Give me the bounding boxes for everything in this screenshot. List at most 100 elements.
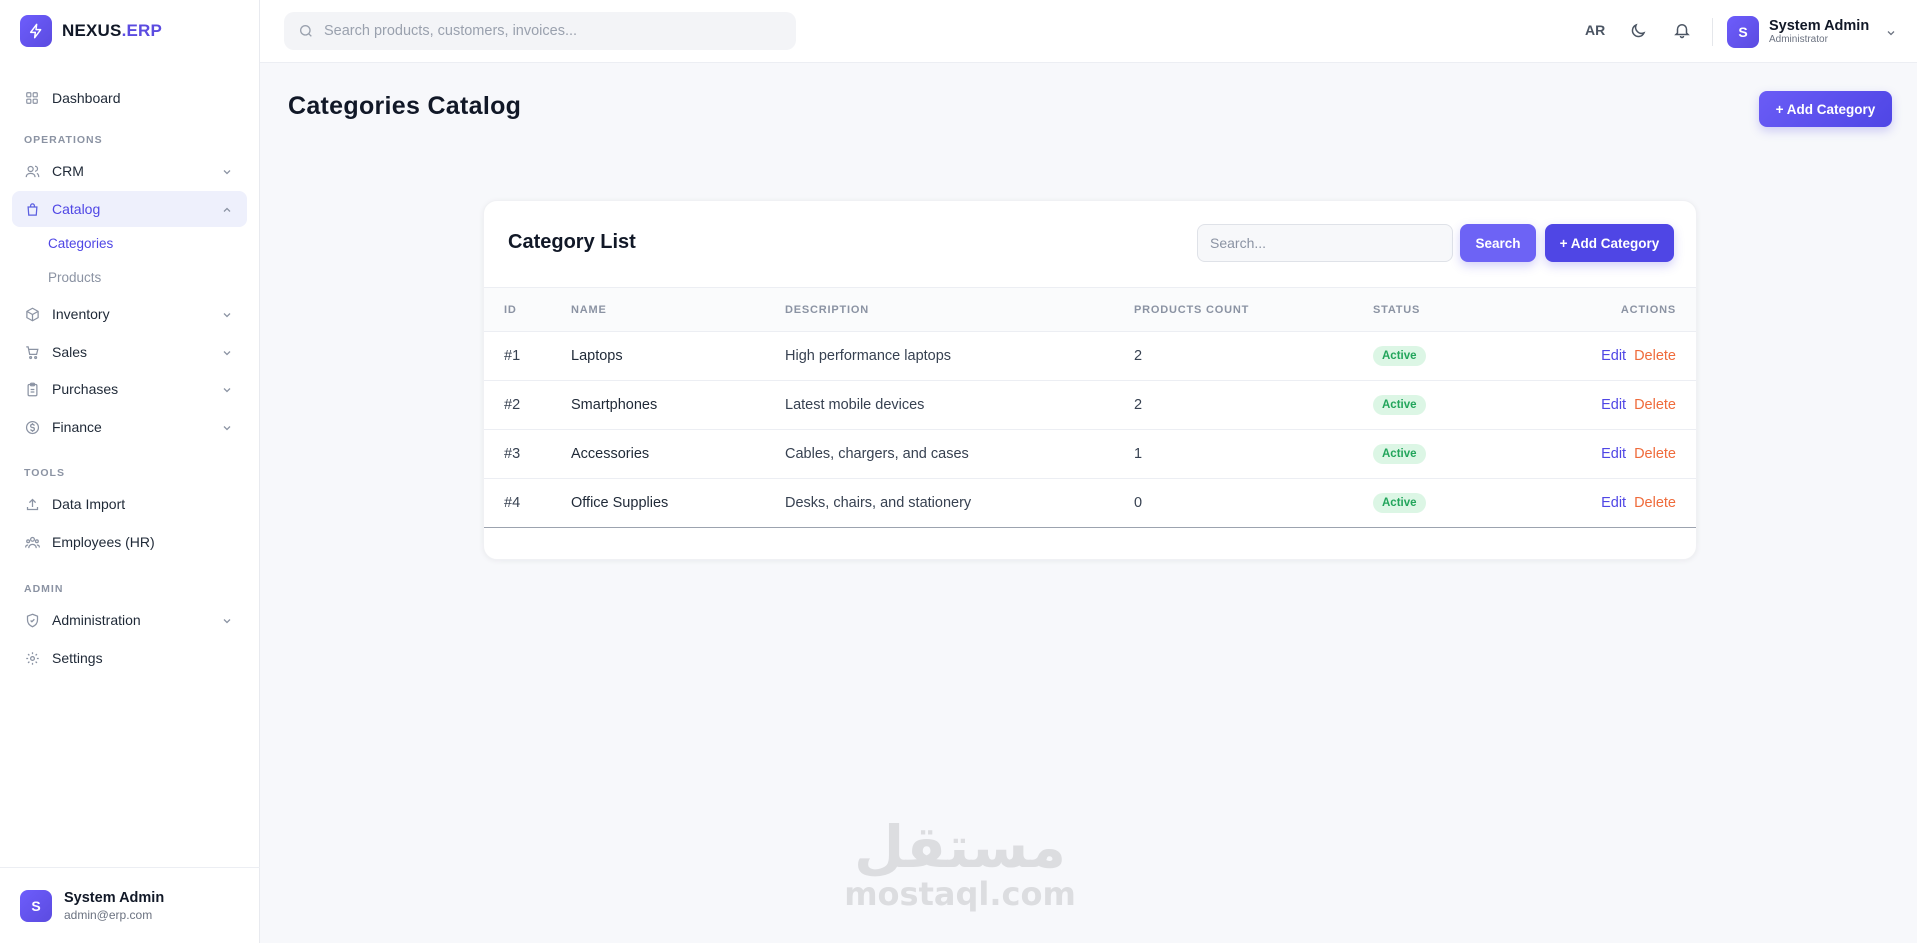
brand[interactable]: NEXUS.ERP <box>20 14 162 48</box>
chevron-down-icon <box>1885 26 1897 38</box>
delete-link[interactable]: Delete <box>1634 348 1676 364</box>
topbar: AR S System Admin Administrator <box>260 0 1917 63</box>
bell-icon[interactable] <box>1673 21 1691 39</box>
section-label-tools: TOOLS <box>24 467 65 479</box>
column-header-products-count: PRODUCTS COUNT <box>1134 303 1250 316</box>
sidebar-item-purchases[interactable]: Purchases <box>12 371 247 407</box>
cell-description: High performance laptops <box>785 348 952 364</box>
status-badge: Active <box>1373 346 1426 366</box>
gear-icon <box>24 650 40 666</box>
upload-icon <box>24 496 40 512</box>
search-button[interactable]: Search <box>1460 224 1536 262</box>
sidebar-item-label: Purchases <box>52 381 119 397</box>
cell-products-count: 2 <box>1134 348 1143 364</box>
column-header-name: NAME <box>571 303 607 316</box>
sidebar-item-settings[interactable]: Settings <box>12 640 247 676</box>
user-role: Administrator <box>1769 34 1828 45</box>
sidebar-item-label: Inventory <box>52 306 110 322</box>
chevron-up-icon <box>221 203 233 215</box>
sidebar-subitem-products[interactable]: Products <box>48 270 101 285</box>
edit-link[interactable]: Edit <box>1601 348 1626 364</box>
page-title: Categories Catalog <box>288 92 522 120</box>
card-add-category-button[interactable]: + Add Category <box>1545 224 1674 262</box>
sidebar-item-label: Data Import <box>52 496 126 512</box>
sidebar-item-employees[interactable]: Employees (HR) <box>12 524 247 560</box>
status-badge: Active <box>1373 395 1426 415</box>
sidebar-item-label: Sales <box>52 344 88 360</box>
bolt-icon <box>20 15 52 47</box>
cell-id: #4 <box>504 495 521 511</box>
avatar: S <box>20 889 52 922</box>
edit-link[interactable]: Edit <box>1601 495 1626 511</box>
column-header-actions: ACTIONS <box>1620 303 1676 316</box>
sidebar-item-label: Settings <box>52 650 103 666</box>
sidebar-item-label: Finance <box>52 419 102 435</box>
sidebar-item-sales[interactable]: Sales <box>12 334 247 370</box>
avatar: S <box>1727 16 1759 48</box>
cell-name: Laptops <box>571 348 623 364</box>
users-icon <box>24 163 40 179</box>
sidebar-item-data-import[interactable]: Data Import <box>12 486 247 522</box>
watermark: مستقل mostaql.com <box>842 812 1078 912</box>
box-icon <box>24 306 40 322</box>
watermark-latin: mostaql.com <box>844 875 1076 913</box>
sidebar-item-crm[interactable]: CRM <box>12 153 247 189</box>
moon-icon[interactable] <box>1629 22 1647 40</box>
category-search-input[interactable] <box>1197 224 1453 262</box>
cell-name: Smartphones <box>571 397 658 413</box>
cell-name: Accessories <box>571 446 650 462</box>
clipboard-icon <box>24 381 40 397</box>
sidebar-user[interactable]: S System Admin admin@erp.com <box>0 867 260 943</box>
table-row: #1 Laptops High performance laptops 2 Ac… <box>484 332 1696 381</box>
cell-id: #2 <box>504 397 521 413</box>
chevron-down-icon <box>221 614 233 626</box>
table-row: #2 Smartphones Latest mobile devices 2 A… <box>484 381 1696 430</box>
sidebar-item-inventory[interactable]: Inventory <box>12 296 247 332</box>
sidebar-item-administration[interactable]: Administration <box>12 602 247 638</box>
sidebar-item-finance[interactable]: Finance <box>12 409 247 445</box>
user-email: admin@erp.com <box>64 907 153 922</box>
cell-description: Cables, chargers, and cases <box>785 446 969 462</box>
cell-products-count: 1 <box>1134 446 1143 462</box>
table-row: #3 Accessories Cables, chargers, and cas… <box>484 430 1696 479</box>
team-icon <box>24 534 40 550</box>
global-search[interactable] <box>284 12 796 50</box>
table-row: #4 Office Supplies Desks, chairs, and st… <box>484 479 1696 528</box>
chevron-down-icon <box>221 346 233 358</box>
user-menu[interactable]: S System Admin Administrator <box>1727 15 1897 49</box>
sidebar-item-label: Catalog <box>52 201 101 217</box>
grid-icon <box>24 90 40 106</box>
chevron-down-icon <box>221 421 233 433</box>
cell-products-count: 2 <box>1134 397 1143 413</box>
sidebar-item-catalog[interactable]: Catalog <box>12 191 247 227</box>
sidebar: NEXUS.ERP Dashboard OPERATIONS CRM Catal… <box>0 0 260 943</box>
delete-link[interactable]: Delete <box>1634 446 1676 462</box>
search-icon <box>298 23 314 39</box>
sidebar-item-label: Administration <box>52 612 141 628</box>
cell-description: Latest mobile devices <box>785 397 925 413</box>
sidebar-item-label: Dashboard <box>52 90 121 106</box>
sidebar-subitem-categories[interactable]: Categories <box>48 236 113 251</box>
user-name: System Admin <box>64 889 165 906</box>
cell-id: #1 <box>504 348 521 364</box>
cell-id: #3 <box>504 446 521 462</box>
cell-products-count: 0 <box>1134 495 1143 511</box>
dollar-circle-icon <box>24 419 40 435</box>
chevron-down-icon <box>221 165 233 177</box>
edit-link[interactable]: Edit <box>1601 446 1626 462</box>
delete-link[interactable]: Delete <box>1634 495 1676 511</box>
language-toggle[interactable]: AR <box>1585 22 1605 38</box>
cell-name: Office Supplies <box>571 495 669 511</box>
shopping-bag-icon <box>24 201 40 217</box>
sidebar-item-dashboard[interactable]: Dashboard <box>12 80 247 116</box>
global-search-input[interactable] <box>324 23 764 39</box>
add-category-button[interactable]: + Add Category <box>1759 91 1892 127</box>
column-header-id: ID <box>504 303 517 316</box>
categories-table: ID NAME DESCRIPTION PRODUCTS COUNT STATU… <box>484 287 1696 528</box>
delete-link[interactable]: Delete <box>1634 397 1676 413</box>
edit-link[interactable]: Edit <box>1601 397 1626 413</box>
chevron-down-icon <box>221 383 233 395</box>
cell-description: Desks, chairs, and stationery <box>785 495 972 511</box>
shield-icon <box>24 612 40 628</box>
sidebar-item-label: Employees (HR) <box>52 534 155 550</box>
